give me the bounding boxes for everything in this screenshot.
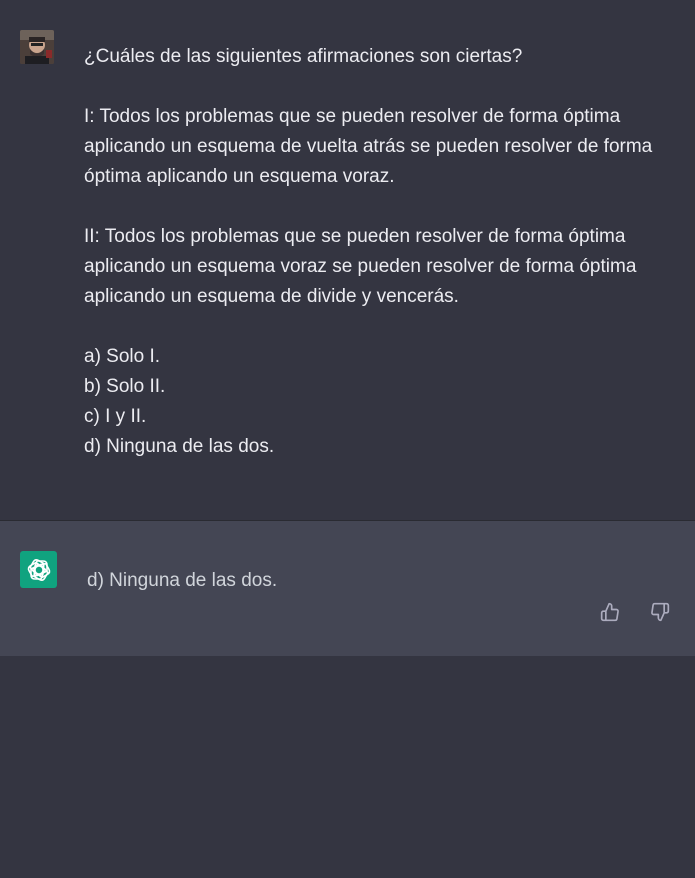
option-c: c) I y II. (84, 406, 147, 427)
option-a: a) Solo I. (84, 346, 161, 367)
user-message-text: ¿Cuáles de las siguientes afirmaciones s… (84, 42, 674, 462)
assistant-message-text: d) Ninguna de las dos. (87, 570, 278, 591)
user-avatar (20, 30, 54, 64)
empty-chat-area (0, 656, 695, 878)
statement-2: II: Todos los problemas que se pueden re… (84, 226, 637, 307)
question-text: ¿Cuáles de las siguientes afirmaciones s… (84, 46, 523, 67)
statement-1: I: Todos los problemas que se pueden res… (84, 106, 653, 187)
thumbs-down-icon[interactable] (649, 601, 671, 623)
user-message: ¿Cuáles de las siguientes afirmaciones s… (0, 0, 695, 521)
assistant-message: d) Ninguna de las dos. (0, 521, 695, 656)
option-d: d) Ninguna de las dos. (84, 436, 275, 457)
option-b: b) Solo II. (84, 376, 166, 397)
chatgpt-logo-icon (20, 551, 57, 588)
thumbs-up-icon[interactable] (599, 601, 621, 623)
